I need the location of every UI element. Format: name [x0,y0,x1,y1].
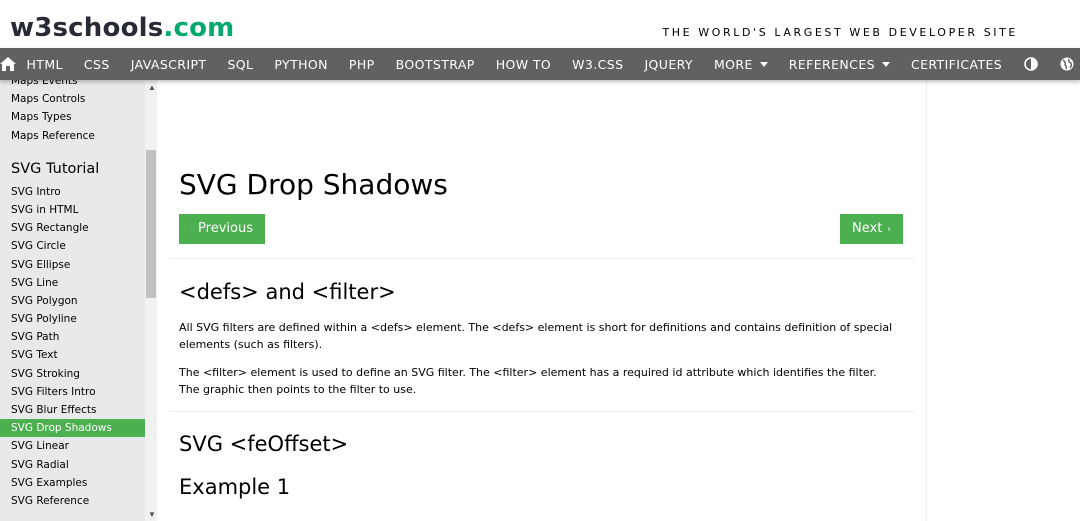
sidebar-item-svg-blur-effects[interactable]: SVG Blur Effects [0,401,145,419]
w3schools-logo[interactable]: w3schools.com [10,12,234,44]
divider [169,411,915,412]
home-icon[interactable] [0,48,16,80]
sidebar-item-maps-types[interactable]: Maps Types [0,108,145,126]
sidebar-item-svg-ellipse[interactable]: SVG Ellipse [0,256,145,274]
sidebar-item-maps-reference[interactable]: Maps Reference [0,127,145,145]
section-heading-feoffset: SVG <feOffset> [179,432,349,456]
sidebar-item-svg-path[interactable]: SVG Path [0,328,145,346]
nav-more-dropdown[interactable]: MORE [703,48,778,80]
nav-certificates[interactable]: CERTIFICATES [900,48,1012,80]
previous-button-label: Previous [198,221,253,236]
sidebar-item-svg-polyline[interactable]: SVG Polyline [0,310,145,328]
nav-references-dropdown[interactable]: REFERENCES [778,48,900,80]
nav-php[interactable]: PHP [338,48,385,80]
page-title: SVG Drop Shadows [179,168,448,201]
sidebar-item-svg-filters-intro[interactable]: SVG Filters Intro [0,383,145,401]
top-header: w3schools.com THE WORLD'S LARGEST WEB DE… [0,0,1080,48]
sidebar-item-svg-in-html[interactable]: SVG in HTML [0,201,145,219]
sidebar-item-svg-examples[interactable]: SVG Examples [0,474,145,492]
globe-icon[interactable] [1049,48,1080,80]
paragraph-defs: All SVG filters are defined within a <de… [179,321,893,351]
sidebar-item-svg-stroking[interactable]: SVG Stroking [0,365,145,383]
left-sidebar: Maps Events Maps Controls Maps Types Map… [0,80,157,521]
sidebar-item-svg-linear[interactable]: SVG Linear [0,437,145,455]
nav-jquery[interactable]: JQUERY [634,48,704,80]
right-column [926,80,1080,521]
contrast-icon[interactable] [1013,48,1049,80]
next-button-label: Next [852,221,883,236]
main-content: SVG Drop Shadows Previous Next <defs> an… [157,80,926,521]
nav-css[interactable]: CSS [73,48,120,80]
sidebar-scrollbar-thumb[interactable] [146,150,156,298]
sidebar-scrollbar[interactable]: ▲ ▼ [145,80,157,521]
previous-button[interactable]: Previous [179,214,265,244]
nav-more-label: MORE [713,56,753,72]
sidebar-item-maps-events[interactable]: Maps Events [0,80,145,90]
nav-html[interactable]: HTML [16,48,73,80]
example-heading: Example 1 [179,475,291,499]
site-tagline: THE WORLD'S LARGEST WEB DEVELOPER SITE [662,26,1018,39]
top-navbar: HTML CSS JAVASCRIPT SQL PYTHON PHP BOOTS… [0,48,1080,80]
sidebar-heading-svg: SVG Tutorial [11,160,100,177]
caret-down-icon [759,61,768,67]
nav-how-to[interactable]: HOW TO [485,48,561,80]
nav-w3css[interactable]: W3.CSS [562,48,634,80]
logo-com: .com [163,13,235,43]
sidebar-item-svg-intro[interactable]: SVG Intro [0,183,145,201]
next-button[interactable]: Next [840,214,903,244]
sidebar-item-svg-rectangle[interactable]: SVG Rectangle [0,219,145,237]
scroll-up-icon[interactable]: ▲ [148,83,156,92]
sidebar-item-svg-circle[interactable]: SVG Circle [0,237,145,255]
nav-references-label: REFERENCES [788,56,875,72]
sidebar-item-svg-drop-shadows[interactable]: SVG Drop Shadows [0,419,145,438]
sidebar-item-svg-radial[interactable]: SVG Radial [0,456,145,474]
nav-python[interactable]: PYTHON [264,48,339,80]
logo-text: w3schools [10,13,164,43]
scroll-down-icon[interactable]: ▼ [148,510,156,519]
nav-javascript[interactable]: JAVASCRIPT [120,48,217,80]
sidebar-item-maps-controls[interactable]: Maps Controls [0,90,145,108]
caret-down-icon [881,61,890,67]
divider [169,258,915,259]
paragraph-filter: The <filter> element is used to define a… [179,366,877,396]
nav-sql[interactable]: SQL [217,48,264,80]
sidebar-item-svg-reference[interactable]: SVG Reference [0,492,145,510]
nav-right-icons [1013,48,1080,80]
sidebar-item-svg-text[interactable]: SVG Text [0,346,145,364]
chevron-left-icon [191,228,193,230]
sidebar-item-svg-line[interactable]: SVG Line [0,274,145,292]
chevron-right-icon [888,227,891,231]
sidebar-item-svg-polygon[interactable]: SVG Polygon [0,292,145,310]
nav-bootstrap[interactable]: BOOTSTRAP [385,48,485,80]
section-heading-defs-filter: <defs> and <filter> [179,280,396,304]
sidebar-menu: Maps Events Maps Controls Maps Types Map… [0,80,145,510]
